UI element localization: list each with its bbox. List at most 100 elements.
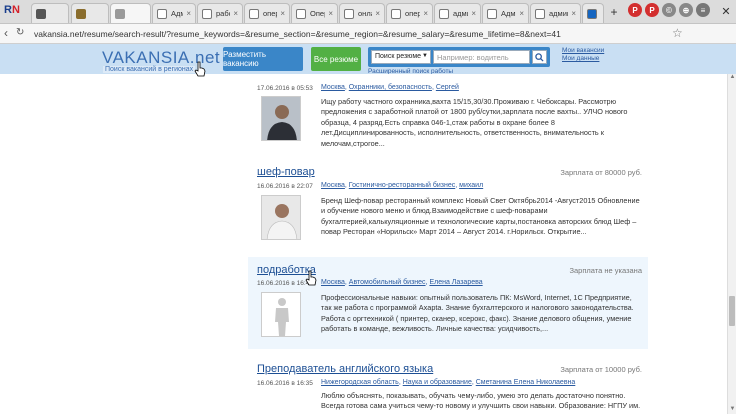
item-salary: Зарплата от 80000 руб. (560, 168, 642, 177)
resume-list: 17.06.2016 в 05:53 Москва, Охранники, бе… (0, 74, 727, 414)
tag-link[interactable]: Москва (321, 279, 345, 286)
item-tags: Нижегородская область, Наука и образован… (321, 379, 576, 386)
pinterest-icon[interactable]: P (628, 3, 642, 17)
tag-link[interactable]: Автомобильный бизнес (349, 279, 426, 286)
item-title[interactable]: Преподаватель английского языка (257, 363, 433, 375)
scrollbar-thumb[interactable] (729, 296, 735, 326)
tag-link[interactable]: Нижегородская область (321, 379, 399, 386)
back-icon[interactable]: ‹ (4, 26, 8, 40)
item-tags: Москва, Охранники, безопасность, Сергей (321, 84, 459, 91)
tag-link[interactable]: Москва (321, 182, 345, 189)
tab-9[interactable]: админис× (434, 3, 481, 23)
item-description: Профессиональные навыки: опытный пользов… (321, 293, 634, 334)
url-field[interactable]: vakansia.net/resume/search-result/?resum… (30, 26, 670, 42)
film-icon (36, 8, 46, 19)
scroll-down-icon[interactable]: ▼ (728, 406, 736, 414)
item-date: 16.06.2016 в 16:35 (257, 380, 313, 387)
my-data-link[interactable]: Мои данные (562, 55, 604, 63)
page-icon (296, 8, 306, 19)
list-item: Преподаватель английского языка Зарплата… (248, 357, 648, 414)
tab-label: операто (405, 9, 420, 18)
scroll-up-icon[interactable]: ▲ (728, 74, 736, 82)
item-description: Бренд Шеф-повар ресторанный комплекс Нов… (321, 196, 640, 237)
page-icon (157, 8, 167, 19)
tab-4[interactable]: работа н× (197, 3, 243, 23)
close-icon[interactable]: ✕ (718, 3, 734, 19)
tab-close-icon[interactable]: × (186, 9, 191, 18)
tab-close-icon[interactable]: × (328, 9, 333, 18)
tab-label: админис (549, 9, 568, 18)
extension-icon[interactable]: © (662, 3, 676, 17)
tag-link[interactable]: Гостинично-ресторанный бизнес (349, 182, 455, 189)
post-vacancy-button[interactable]: Разместить вакансию (223, 47, 303, 71)
all-resumes-button[interactable]: Все резюме (311, 47, 361, 71)
tab-1[interactable] (71, 3, 109, 23)
tab-close-icon[interactable]: × (280, 9, 285, 18)
tab-label: онлайн и (358, 9, 372, 18)
extension-icon[interactable]: ⊕ (679, 3, 693, 17)
tab-6[interactable]: Операто× (291, 3, 338, 23)
tag-link[interactable]: Сергей (436, 84, 459, 91)
search-icon (535, 52, 544, 62)
page-icon (115, 8, 125, 19)
browser-tab-strip: RN Админис×работа н×операто×Операто×онла… (0, 0, 736, 24)
page-icon (439, 8, 449, 19)
search-type-select[interactable]: Поиск резюме ▼ (371, 50, 431, 64)
item-salary: Зарплата от 10000 руб. (560, 365, 642, 374)
chevron-down-icon: ▼ (422, 53, 428, 59)
list-item: шеф-повар Зарплата от 80000 руб. 16.06.2… (248, 159, 648, 245)
pinterest-icon[interactable]: P (645, 3, 659, 17)
tab-close-icon[interactable]: × (571, 9, 576, 18)
account-links: Мои вакансии Мои данные (562, 47, 604, 63)
tab-label: Админис (501, 9, 516, 18)
avatar-placeholder[interactable] (261, 292, 301, 337)
site-tagline: Поиск вакансий в регионах (103, 66, 196, 73)
item-title[interactable]: шеф-повар (257, 166, 315, 178)
tab-10[interactable]: Админис× (482, 3, 529, 23)
avatar[interactable] (261, 96, 301, 141)
avatar[interactable] (261, 195, 301, 240)
page-scrollbar[interactable]: ▲ ▼ (727, 74, 736, 414)
site-header: VAKANSIA.net Поиск вакансий в регионах Р… (0, 44, 736, 75)
item-description: Ищу работу частного охранника,вахта 15/1… (321, 97, 628, 148)
tag-link[interactable]: Елена Лазарева (429, 279, 482, 286)
tab-7[interactable]: онлайн и× (339, 3, 385, 23)
item-date: 16.06.2016 в 22:07 (257, 183, 313, 190)
search-input[interactable]: Например: водитель (433, 50, 530, 64)
list-item: 17.06.2016 в 05:53 Москва, Охранники, бе… (248, 74, 648, 150)
search-type-label: Поиск резюме (375, 53, 422, 60)
tab-0[interactable] (31, 3, 69, 23)
tab-3[interactable]: Админис× (152, 3, 196, 23)
tab-8[interactable]: операто× (386, 3, 433, 23)
page-icon (391, 8, 401, 19)
new-tab-button[interactable]: + (606, 4, 622, 20)
tab-12[interactable]: Новое п (582, 3, 604, 23)
tab-11[interactable]: админис× (530, 3, 581, 23)
page-icon (249, 8, 259, 19)
refresh-icon[interactable]: ↻ (16, 27, 24, 38)
tab-2[interactable] (110, 3, 151, 23)
hand-cursor-icon (194, 61, 206, 77)
tab-close-icon[interactable]: × (471, 9, 476, 18)
tab-close-icon[interactable]: × (519, 9, 524, 18)
item-tags: Москва, Гостинично-ресторанный бизнес, м… (321, 182, 484, 189)
tab-close-icon[interactable]: × (233, 9, 238, 18)
item-salary: Зарплата не указана (569, 266, 642, 275)
tab-5[interactable]: операто× (244, 3, 290, 23)
tag-link[interactable]: Наука и образование (403, 379, 472, 386)
menu-icon[interactable]: ≡ (696, 3, 710, 17)
tag-link[interactable]: Охранники, безопасность (349, 84, 432, 91)
tag-link[interactable]: Москва (321, 84, 345, 91)
address-bar: ‹ ↻ vakansia.net/resume/search-result/?r… (0, 24, 736, 44)
tab-label: Админис (171, 9, 183, 18)
tab-label: операто (263, 9, 277, 18)
item-date: 17.06.2016 в 05:53 (257, 85, 313, 92)
tag-link[interactable]: михаил (459, 182, 483, 189)
tab-close-icon[interactable]: × (375, 9, 380, 18)
bookmark-star-icon[interactable]: ☆ (672, 26, 683, 40)
my-vacancies-link[interactable]: Мои вакансии (562, 47, 604, 55)
tag-link[interactable]: Сметанина Елена Николаевна (476, 379, 576, 386)
page-icon (344, 8, 354, 19)
tab-close-icon[interactable]: × (423, 9, 428, 18)
search-button[interactable] (532, 50, 547, 64)
